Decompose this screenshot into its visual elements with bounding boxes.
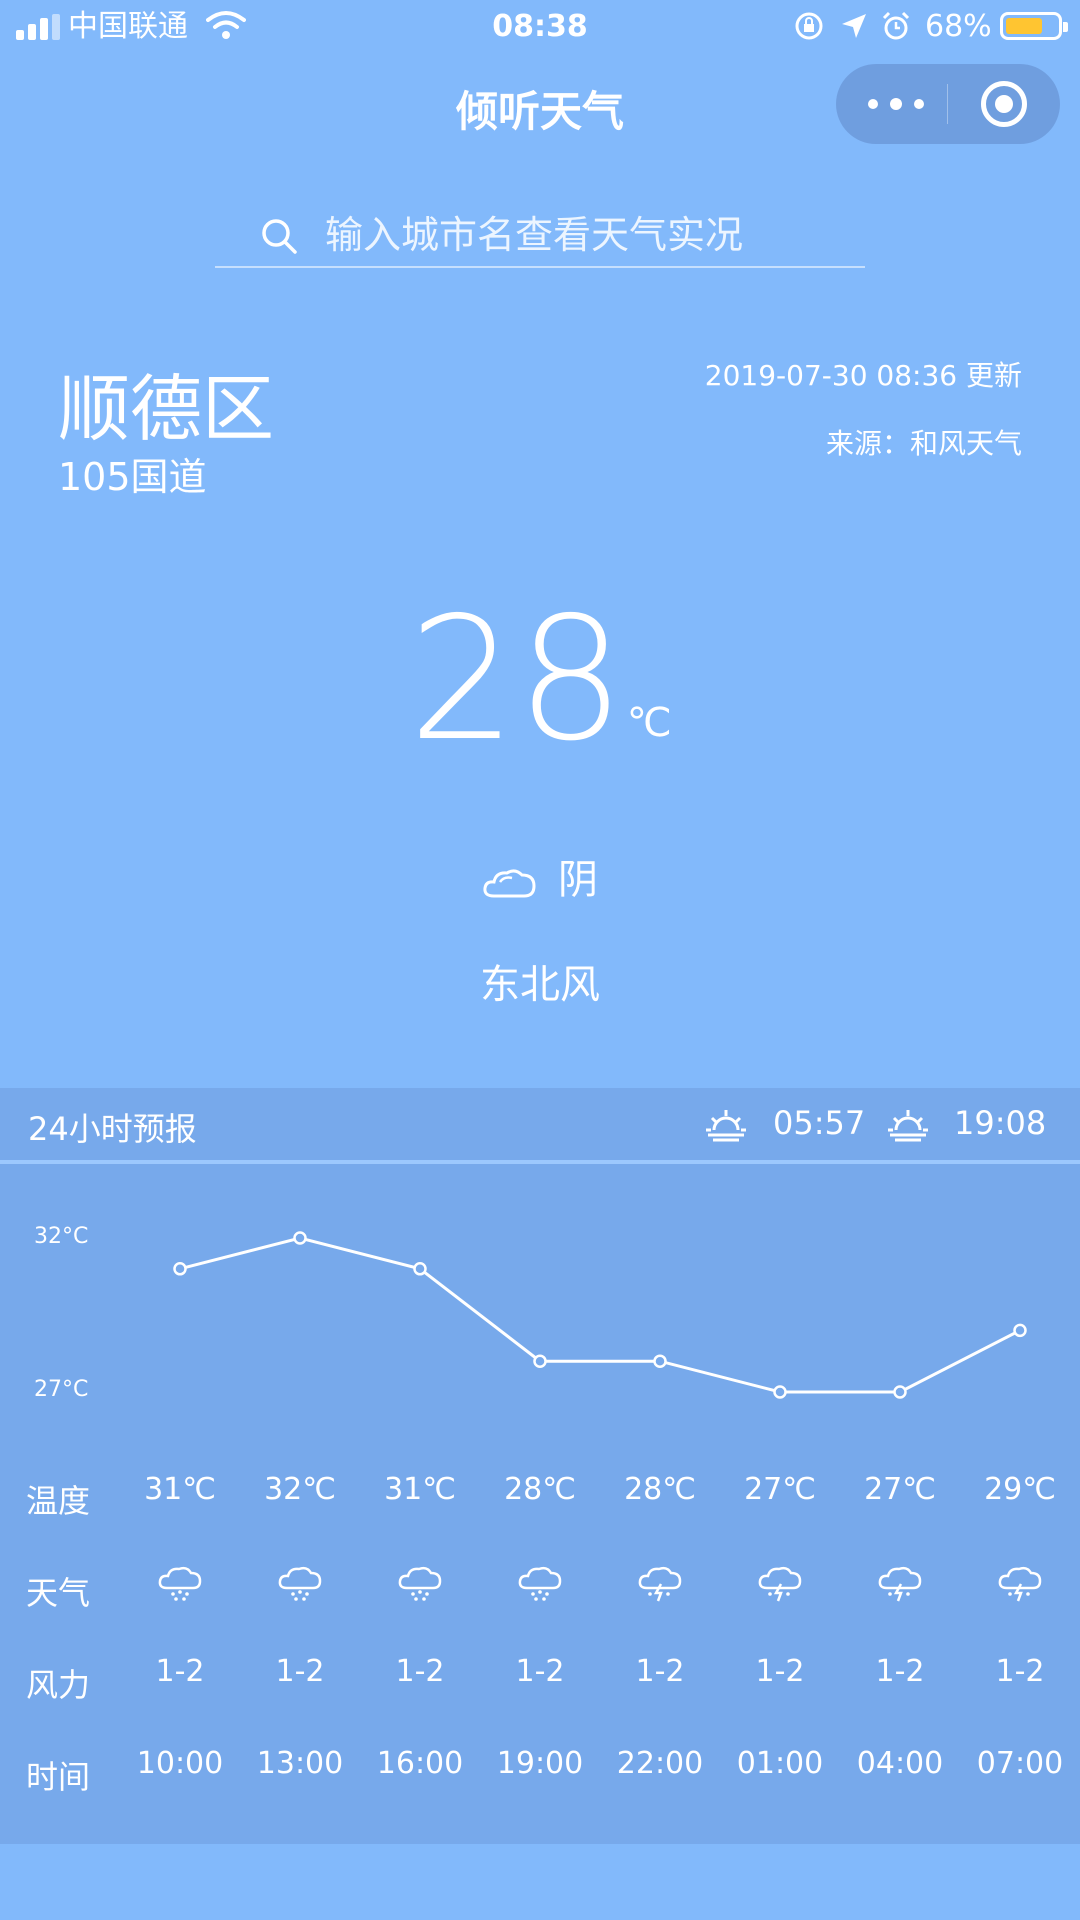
sunrise-time: 05:57	[773, 1104, 866, 1142]
sunrise-icon	[706, 1110, 746, 1142]
status-time: 08:38	[492, 9, 588, 44]
hour-temp: 31℃	[144, 1472, 216, 1507]
hour-time: 13:00	[256, 1746, 344, 1781]
temperature-point-07:00	[1013, 1323, 1027, 1338]
condition-text: 阴	[558, 857, 598, 903]
row-label-wind: 风力	[26, 1666, 91, 1704]
thunder-rain-icon	[998, 1566, 1042, 1602]
hour-temp: 27℃	[864, 1472, 936, 1507]
street-name: 105国道	[58, 455, 207, 499]
hour-temp: 32℃	[264, 1472, 336, 1507]
hour-wind: 1-2	[155, 1654, 205, 1689]
battery-icon	[1000, 12, 1068, 40]
thunder-rain-icon	[878, 1566, 922, 1602]
row-label-temp: 温度	[26, 1482, 91, 1520]
forecast-title: 24小时预报	[28, 1110, 197, 1148]
temperature-series-line	[179, 1236, 1021, 1394]
capsule-divider	[947, 84, 948, 124]
update-time: 2019-07-30 08:36 更新	[704, 359, 1022, 392]
alarm-icon	[882, 11, 910, 40]
hour-time: 19:00	[496, 1746, 584, 1781]
data-source: 来源：和风天气	[825, 427, 1022, 460]
hour-wind: 1-2	[515, 1654, 565, 1689]
thunder-rain-icon	[758, 1566, 802, 1602]
rotation-lock-icon	[795, 12, 823, 40]
temperature-line-chart	[173, 1231, 1027, 1399]
location-arrow-icon	[842, 14, 866, 38]
hour-wind: 1-2	[275, 1654, 325, 1689]
current-condition: 阴	[0, 850, 1080, 910]
more-button[interactable]	[860, 84, 932, 124]
hour-time: 22:00	[616, 1746, 704, 1781]
hour-time: 16:00	[376, 1746, 464, 1781]
hour-wind: 1-2	[395, 1654, 445, 1689]
cloud-icon	[483, 869, 536, 898]
search-icon[interactable]	[259, 216, 299, 256]
mini-program-capsule	[836, 64, 1060, 144]
temperature-point-10:00	[173, 1262, 187, 1276]
current-temperature: 28℃	[0, 590, 1080, 770]
rain-cloud-icon	[158, 1566, 202, 1601]
hour-wind: 1-2	[635, 1654, 685, 1689]
weather-page: 中国联通 08:38 68% 倾听天气 输入城市名查看天气实况 顺德区 105国…	[0, 0, 1080, 1920]
hourly-forecast: 32°C 27°C 温度 天气 风力 时间 31℃ 1-2 10:00 32℃ 1-2 1…	[0, 1164, 1080, 1844]
temperature-point-19:00	[533, 1354, 547, 1368]
rain-cloud-icon	[518, 1566, 562, 1601]
row-label-time: 时间	[26, 1758, 91, 1796]
hour-wind: 1-2	[755, 1654, 805, 1689]
city-name: 顺德区	[58, 367, 275, 451]
rain-cloud-icon	[278, 1566, 322, 1601]
sunset-time: 19:08	[954, 1104, 1047, 1142]
temperature-point-16:00	[413, 1262, 427, 1276]
hour-time: 07:00	[976, 1746, 1064, 1781]
search-input[interactable]	[325, 206, 845, 264]
hour-wind: 1-2	[875, 1654, 925, 1689]
close-mini-program-button[interactable]	[981, 81, 1027, 127]
temperature-point-13:00	[293, 1231, 307, 1245]
hour-wind: 1-2	[995, 1654, 1045, 1689]
hour-temp: 28℃	[504, 1472, 576, 1507]
search-bar	[215, 206, 865, 268]
temperature-point-22:00	[653, 1354, 667, 1368]
forecast-header: 24小时预报 05:57 19:08	[0, 1088, 1080, 1160]
thunder-rain-icon	[638, 1566, 682, 1602]
hour-time: 01:00	[736, 1746, 824, 1781]
temperature-unit: ℃	[626, 700, 672, 746]
temperature-point-01:00	[773, 1385, 787, 1399]
row-label-weather: 天气	[26, 1574, 91, 1612]
hour-temp: 29℃	[984, 1472, 1056, 1507]
hour-temp: 28℃	[624, 1472, 696, 1507]
wind-direction: 东北风	[480, 962, 600, 1008]
rain-cloud-icon	[398, 1566, 442, 1601]
temperature-point-04:00	[893, 1385, 907, 1399]
status-bar: 中国联通 08:38 68%	[0, 0, 1080, 54]
battery-percent: 68%	[925, 9, 992, 44]
hour-time: 10:00	[136, 1746, 224, 1781]
hour-time: 04:00	[856, 1746, 944, 1781]
hour-temp: 31℃	[384, 1472, 456, 1507]
sunset-icon	[888, 1110, 928, 1142]
hour-temp: 27℃	[744, 1472, 816, 1507]
temperature-value: 28	[408, 581, 625, 779]
